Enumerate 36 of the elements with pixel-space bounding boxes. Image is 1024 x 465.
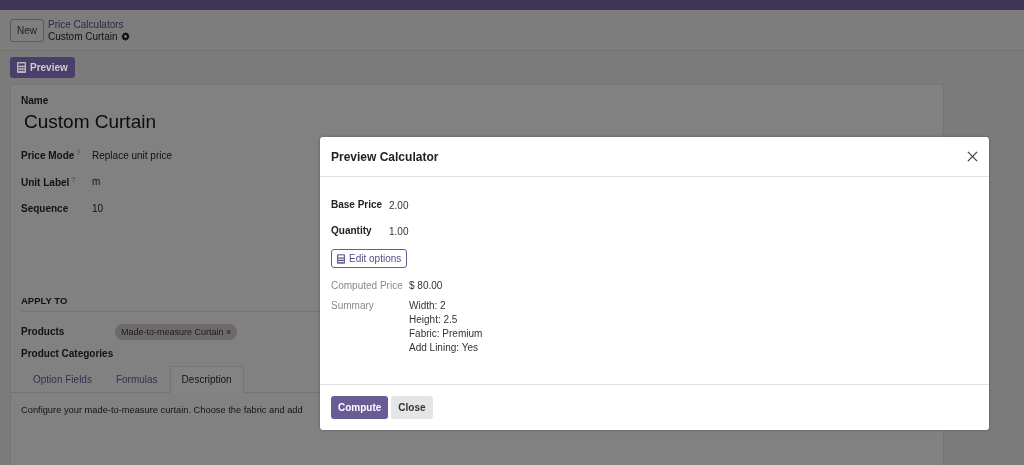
new-button[interactable]: New xyxy=(10,18,44,42)
summary-line: Add Lining: Yes xyxy=(409,342,479,353)
field-value[interactable]: m xyxy=(92,176,101,188)
tab[interactable]: Description xyxy=(169,365,244,393)
record-title: Custom Curtain xyxy=(48,30,118,42)
summary-line: Height: 2.5 xyxy=(409,314,459,325)
product-tag[interactable]: Made-to-measure Curtain × xyxy=(115,323,238,340)
input-field[interactable]: 2.00 xyxy=(389,197,409,211)
summary-line: Width: 2 xyxy=(409,300,447,311)
preview-button[interactable]: Preview xyxy=(10,57,75,78)
gear-icon[interactable] xyxy=(121,31,131,41)
field-label: Product Categories xyxy=(21,348,114,359)
close-button[interactable]: Close xyxy=(391,396,433,419)
field-label: Computed Price xyxy=(331,280,404,291)
field-label: Base Price xyxy=(331,198,384,210)
tab[interactable]: Option Fields xyxy=(21,365,104,392)
calculator-icon xyxy=(337,253,345,264)
breadcrumb-link[interactable]: Price Calculators xyxy=(48,18,131,30)
edit-options-button[interactable]: Edit options xyxy=(331,249,408,268)
tab[interactable]: Formulas xyxy=(103,365,170,392)
field-label: Name xyxy=(21,95,50,106)
field-label: Price Mode xyxy=(21,150,75,162)
field-label: Sequence xyxy=(21,202,69,214)
name-field[interactable]: Custom Curtain xyxy=(24,111,933,133)
calculator-icon xyxy=(17,62,26,73)
field-label: Summary xyxy=(331,300,375,313)
field-label: Products xyxy=(21,326,65,337)
close-icon[interactable] xyxy=(967,151,978,162)
field-label: Unit Label xyxy=(21,176,70,188)
field-label: Quantity xyxy=(331,225,373,237)
dialog-title: Preview Calculator xyxy=(331,149,439,164)
description-text: Configure your made-to-measure curtain. Choose the fabric and add xyxy=(21,404,303,415)
computed-price: $ 80.00 xyxy=(409,280,443,291)
input-field[interactable]: 1.00 xyxy=(389,224,409,238)
summary-line: Fabric: Premium xyxy=(409,328,483,339)
compute-button[interactable]: Compute xyxy=(331,396,389,419)
